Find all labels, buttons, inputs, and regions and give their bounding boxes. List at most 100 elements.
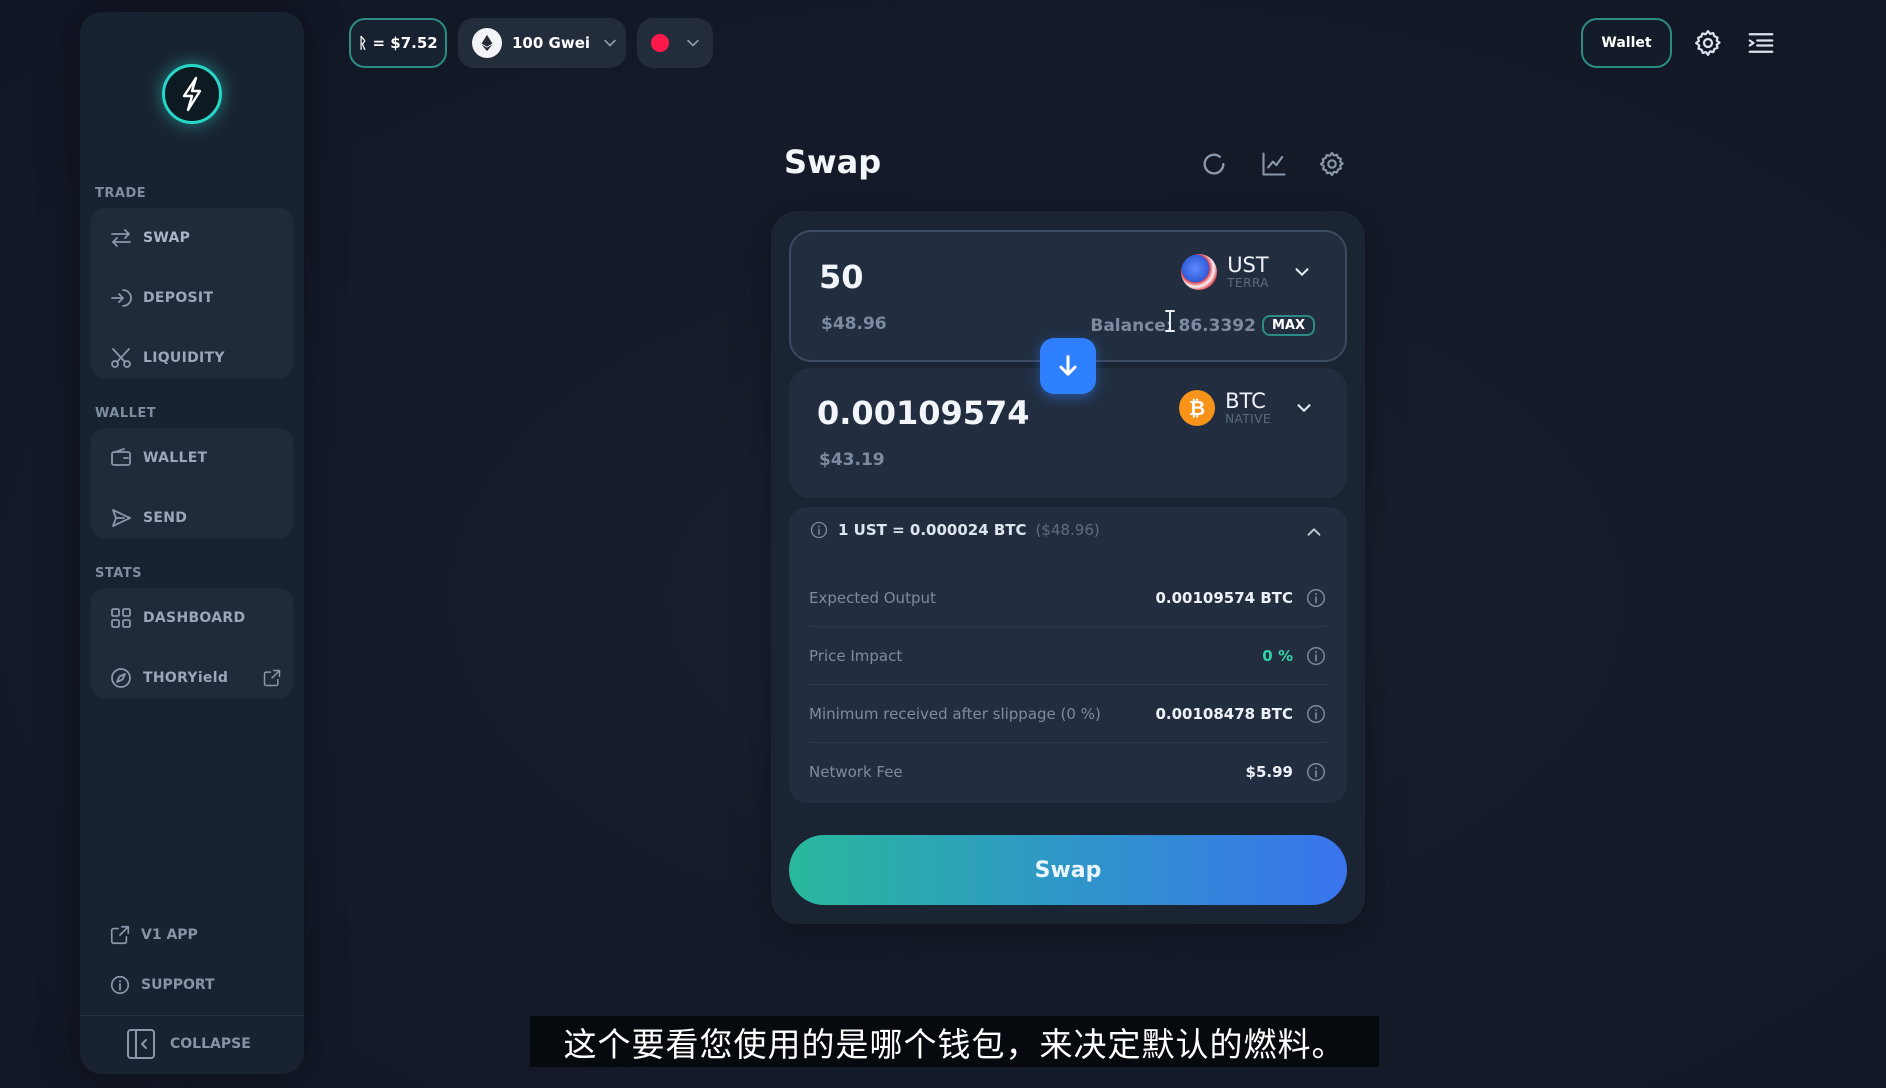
to-amount-output: 0.00109574 <box>817 394 1030 432</box>
to-token-symbol: BTC <box>1225 389 1266 413</box>
section-label-wallet: WALLET <box>95 406 157 421</box>
detail-label: Network Fee <box>809 763 903 781</box>
sidebar-item-label: LIQUIDITY <box>143 350 225 366</box>
sidebar: TRADE SWAP DEPOSIT LIQUIDITY WALLET WALL… <box>80 12 304 1074</box>
info-icon[interactable] <box>1305 761 1327 783</box>
detail-row-minimum-received: Minimum received after slippage (0 %) 0.… <box>809 685 1327 743</box>
detail-value: 0.00108478 BTC <box>1155 704 1293 723</box>
info-icon <box>810 521 828 539</box>
liquidity-icon <box>111 348 131 368</box>
wallet-nav-group: WALLET SEND <box>91 428 293 538</box>
v1-app-label: V1 APP <box>141 927 198 943</box>
rune-price-badge[interactable]: ᚱ = $7.52 <box>349 18 447 68</box>
rate-usd: ($48.96) <box>1035 521 1100 539</box>
info-icon <box>110 975 130 995</box>
swap-button[interactable]: Swap <box>789 835 1347 905</box>
send-icon <box>112 509 131 527</box>
sidebar-item-thoryield[interactable]: THORYield <box>91 648 293 708</box>
from-token-selector[interactable]: UST TERRA <box>1181 253 1313 291</box>
from-token-symbol: UST <box>1227 253 1269 277</box>
menu-list-icon[interactable] <box>1746 28 1776 58</box>
chevron-down-icon <box>687 39 699 47</box>
sidebar-item-label: WALLET <box>143 450 208 466</box>
page-title: Swap <box>784 143 882 181</box>
from-token-chain: TERRA <box>1227 276 1269 291</box>
info-icon[interactable] <box>1305 645 1327 667</box>
trade-nav-group: SWAP DEPOSIT LIQUIDITY <box>91 208 293 378</box>
gas-selector[interactable]: 100 Gwei <box>458 18 626 68</box>
external-link-icon <box>263 669 281 687</box>
sidebar-item-send[interactable]: SEND <box>91 488 293 548</box>
support-label: SUPPORT <box>141 977 215 993</box>
sidebar-item-label: SWAP <box>143 230 191 246</box>
compass-icon <box>111 668 131 688</box>
detail-label: Minimum received after slippage (0 %) <box>809 704 1101 723</box>
wallet-icon <box>111 448 131 466</box>
swap-settings-gear-icon[interactable] <box>1318 150 1346 178</box>
collapse-button[interactable]: COLLAPSE <box>126 1028 251 1060</box>
sidebar-item-label: DEPOSIT <box>143 290 214 306</box>
gear-icon[interactable] <box>1693 28 1723 58</box>
max-button[interactable]: MAX <box>1261 315 1315 336</box>
stats-nav-group: DASHBOARD THORYield <box>91 588 293 698</box>
info-icon[interactable] <box>1305 587 1327 609</box>
rate-text: 1 UST = 0.000024 BTC <box>838 521 1027 539</box>
section-label-trade: TRADE <box>95 186 147 201</box>
swap-details-panel: 1 UST = 0.000024 BTC ($48.96) Expected O… <box>789 507 1347 803</box>
chevron-down-icon <box>1297 404 1311 412</box>
external-link-icon <box>110 925 130 945</box>
bitcoin-icon: ₿ <box>1179 390 1216 427</box>
sidebar-item-liquidity[interactable]: LIQUIDITY <box>91 328 293 388</box>
from-usd-value: $48.96 <box>821 314 887 334</box>
rune-price-text: ᚱ = $7.52 <box>358 34 438 52</box>
sidebar-item-swap[interactable]: SWAP <box>91 208 293 268</box>
lightning-logo-icon <box>182 76 202 112</box>
from-balance: Balance: 86.3392 MAX <box>1090 315 1315 336</box>
text-cursor-icon <box>1165 310 1175 332</box>
thorswap-logo[interactable] <box>162 64 222 124</box>
wallet-button-label: Wallet <box>1601 35 1652 51</box>
chevron-down-icon <box>604 39 616 47</box>
detail-row-network-fee: Network Fee $5.99 <box>809 743 1327 801</box>
detail-value: 0 % <box>1262 646 1293 665</box>
to-token-chain: NATIVE <box>1225 412 1271 427</box>
sidebar-divider <box>80 1015 304 1016</box>
swap-card: 50 $48.96 UST TERRA Balance: 86.3392 MAX… <box>771 211 1365 924</box>
exchange-rate: 1 UST = 0.000024 BTC ($48.96) <box>809 520 1100 540</box>
chevron-down-icon <box>1295 268 1309 276</box>
video-subtitle: 这个要看您使用的是哪个钱包，来决定默认的燃料。 <box>530 1016 1379 1067</box>
chevron-up-icon[interactable] <box>1303 521 1325 543</box>
support-link[interactable]: SUPPORT <box>109 974 215 996</box>
to-token-selector[interactable]: ₿ BTC NATIVE <box>1179 389 1315 427</box>
sidebar-item-deposit[interactable]: DEPOSIT <box>91 268 293 328</box>
v1-app-link[interactable]: V1 APP <box>109 924 198 946</box>
section-label-stats: STATS <box>95 566 143 581</box>
detail-row-price-impact: Price Impact 0 % <box>809 627 1327 685</box>
sidebar-item-label: SEND <box>143 510 188 526</box>
chart-icon[interactable] <box>1260 150 1288 178</box>
dashboard-icon <box>111 608 131 628</box>
switch-direction-button[interactable] <box>1040 338 1096 394</box>
wallet-button[interactable]: Wallet <box>1581 18 1672 68</box>
deposit-icon <box>111 289 132 307</box>
to-usd-value: $43.19 <box>819 450 885 470</box>
ethereum-icon <box>472 28 502 58</box>
detail-row-expected-output: Expected Output 0.00109574 BTC <box>809 569 1327 627</box>
sidebar-item-label: DASHBOARD <box>143 610 246 626</box>
network-status-selector[interactable] <box>637 18 713 68</box>
detail-label: Expected Output <box>809 588 936 607</box>
from-amount-input[interactable]: 50 <box>819 258 864 296</box>
refresh-icon[interactable] <box>1200 150 1228 178</box>
sidebar-item-dashboard[interactable]: DASHBOARD <box>91 588 293 648</box>
status-dot <box>651 34 669 52</box>
sidebar-item-wallet[interactable]: WALLET <box>91 428 293 488</box>
ust-flag-icon <box>1181 254 1218 291</box>
collapse-sidebar-icon <box>127 1029 155 1059</box>
info-icon[interactable] <box>1305 703 1327 725</box>
detail-value: $5.99 <box>1245 763 1293 781</box>
arrow-down-icon <box>1059 355 1077 376</box>
sidebar-item-label: THORYield <box>143 670 229 686</box>
collapse-label: COLLAPSE <box>170 1036 251 1052</box>
detail-label: Price Impact <box>809 646 903 665</box>
gas-label: 100 Gwei <box>512 34 591 52</box>
